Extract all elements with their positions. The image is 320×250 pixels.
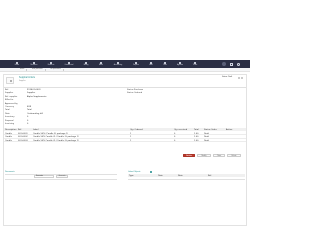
- field-label: Proposal: [5, 119, 14, 122]
- field-value: Total: [27, 109, 32, 112]
- field-value: Supplier: [27, 92, 36, 95]
- field-label: Total: [5, 109, 10, 112]
- documents-title: Documents: [5, 171, 15, 173]
- nav-item-agenda[interactable]: Agenda: [174, 60, 186, 68]
- field-label: Ref. supplier: [5, 95, 18, 98]
- nav-item-tools[interactable]: Tools: [159, 60, 171, 68]
- top-navigation-bar: Home Members Products Commercial Billing…: [0, 60, 250, 68]
- nav-item-bank[interactable]: Bank: [95, 60, 107, 68]
- settings-icon[interactable]: [230, 62, 233, 66]
- field-label: Status Purchase: [127, 89, 144, 91]
- nav-item-members[interactable]: Members: [27, 60, 41, 68]
- nav-item-accounting[interactable]: Accounting: [110, 60, 126, 68]
- nav-item-billing[interactable]: Billing: [80, 60, 92, 68]
- supplier-order-icon: [6, 77, 14, 84]
- field-value: 0: [27, 116, 29, 119]
- record-title: Supplierorders: [19, 76, 35, 79]
- subbar-home-link[interactable]: Home: [18, 69, 28, 71]
- field-label: Currency: [5, 106, 15, 108]
- field-label: Supplier: [5, 92, 14, 95]
- field-label: Ref.: [5, 89, 9, 91]
- table-header: Description Ref. Label Qty. Ordered Qty.…: [4, 128, 246, 131]
- nav-item-ticket[interactable]: Ticket: [189, 60, 201, 68]
- record-status: Status: Draft: [222, 77, 233, 78]
- nav-item-projects[interactable]: Projects: [129, 60, 143, 68]
- right-fields: Status Purchase Status Ordered: [126, 88, 244, 98]
- record-subtitle: Supplier: [19, 81, 26, 82]
- next-record-icon[interactable]: [241, 77, 243, 79]
- clone-button[interactable]: Clone: [213, 154, 225, 157]
- order-lines-table: Description Ref. Label Qty. Ordered Qty.…: [4, 128, 246, 148]
- subbar-new-link[interactable]: New purchase: [30, 69, 46, 71]
- add-link-icon[interactable]: [150, 171, 152, 173]
- divider: [128, 179, 245, 180]
- field-value: PO2401-0001: [27, 89, 41, 91]
- left-fields: Ref. PO2401-0001 Supplier Supplier Ref. …: [4, 88, 122, 125]
- prev-record-icon[interactable]: [238, 77, 240, 79]
- field-label: Billed to: [5, 99, 14, 102]
- field-label: Invoicing: [5, 123, 15, 125]
- field-value: 0: [27, 119, 29, 122]
- generate-button[interactable]: Generate: [56, 175, 68, 178]
- user-avatar[interactable]: [222, 62, 226, 66]
- field-label: Status Ordered: [127, 92, 143, 95]
- linked-objects-header: Type Date Note Ref.: [128, 174, 245, 177]
- document-model-select[interactable]: Generate: [34, 175, 54, 178]
- nav-item-commercial[interactable]: Commercial: [61, 60, 77, 68]
- table-row[interactable]: Candle 001-0003 Candle 50% Candle 2L (Ca…: [4, 139, 246, 142]
- logout-icon[interactable]: [237, 62, 240, 66]
- nav-item-hrm[interactable]: HRM: [146, 60, 156, 68]
- field-value: Outstanding bill: [27, 112, 43, 115]
- field-value: EUR: [27, 106, 32, 108]
- field-value: 0: [27, 123, 29, 125]
- nav-item-products[interactable]: Products: [44, 60, 58, 68]
- divider: [5, 179, 117, 180]
- field-label: Date: [5, 112, 10, 115]
- field-value: Alpha Supplements: [27, 95, 47, 98]
- validate-button[interactable]: Validate: [183, 154, 195, 157]
- delete-button[interactable]: Delete: [227, 154, 241, 157]
- modify-button[interactable]: Modify: [197, 154, 211, 157]
- field-label: Inventory: [5, 116, 15, 119]
- nav-item-home[interactable]: Home: [10, 60, 24, 68]
- field-label: Approved by: [5, 102, 18, 105]
- secondary-toolbar: Home New purchase List purchases: [0, 68, 250, 72]
- subbar-list-link[interactable]: List purchases: [48, 69, 64, 71]
- linked-objects-title: Linked Objects: [128, 171, 141, 173]
